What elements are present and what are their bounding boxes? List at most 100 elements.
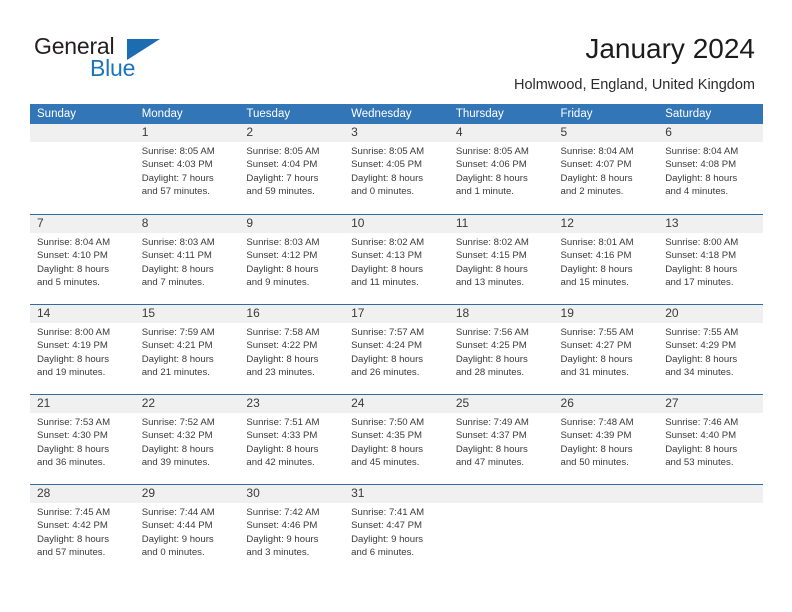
day-number: 24: [351, 396, 365, 410]
calendar-day-cell[interactable]: 3 Sunrise: 8:05 AM Sunset: 4:05 PM Daylight…: [344, 124, 449, 214]
page-header: General Blue January 2024 Holmwood, Engl…: [0, 0, 792, 100]
calendar-day-cell[interactable]: 8 Sunrise: 8:03 AM Sunset: 4:11 PM Daylight…: [135, 215, 240, 305]
sunset-text: Sunset: 4:10 PM: [37, 250, 108, 262]
daylight-text-line1: Daylight: 8 hours: [141, 353, 214, 365]
sunrise-text: Sunrise: 7:51 AM: [246, 417, 320, 428]
daylight-text-line1: Daylight: 8 hours: [665, 353, 738, 365]
general-blue-logo[interactable]: General Blue: [34, 33, 254, 89]
calendar-day-cell[interactable]: 6 Sunrise: 8:04 AM Sunset: 4:08 PM Daylight…: [658, 124, 763, 214]
calendar-day-cell[interactable]: 30 Sunrise: 7:42 AM Sunset: 4:46 PM Dayligh…: [239, 485, 344, 575]
calendar-day-cell[interactable]: 10 Sunrise: 8:02 AM Sunset: 4:13 PM Dayligh…: [344, 215, 449, 305]
calendar-day-cell[interactable]: 25 Sunrise: 7:49 AM Sunset: 4:37 PM Dayligh…: [449, 395, 554, 485]
day-number: 16: [246, 306, 260, 320]
calendar-day-cell[interactable]: 17 Sunrise: 7:57 AM Sunset: 4:24 PM Dayligh…: [344, 305, 449, 395]
calendar-day-cell[interactable]: 1 Sunrise: 8:05 AM Sunset: 4:03 PM Daylight…: [135, 124, 240, 214]
sunset-text: Sunset: 4:44 PM: [141, 520, 213, 532]
day-details: Sunrise: 8:03 AM Sunset: 4:12 PM Daylight:…: [246, 236, 344, 290]
calendar-day-cell[interactable]: 9 Sunrise: 8:03 AM Sunset: 4:12 PM Daylight…: [239, 215, 344, 305]
calendar-day-cell[interactable]: 5 Sunrise: 8:04 AM Sunset: 4:07 PM Daylight…: [554, 124, 659, 214]
day-number: 29: [141, 486, 156, 500]
day-number: [37, 124, 135, 142]
calendar-day-cell[interactable]: 24 Sunrise: 7:50 AM Sunset: 4:35 PM Dayligh…: [344, 395, 449, 485]
weekday-header-row: Sunday Monday Tuesday Wednesday Thursday…: [30, 104, 763, 124]
day-details: Sunrise: 7:49 AM Sunset: 4:37 PM Daylight:…: [456, 416, 554, 470]
day-details: Sunrise: 8:05 AM Sunset: 4:04 PM Daylight:…: [246, 145, 344, 199]
daylight-text-line1: Daylight: 8 hours: [560, 353, 633, 365]
calendar-day-cell[interactable]: 22 Sunrise: 7:52 AM Sunset: 4:32 PM Dayligh…: [135, 395, 240, 485]
day-number: 9: [246, 216, 254, 230]
day-details: Sunrise: 8:05 AM Sunset: 4:06 PM Daylight:…: [456, 145, 554, 199]
calendar-day-cell[interactable]: 16 Sunrise: 7:58 AM Sunset: 4:22 PM Dayligh…: [239, 305, 344, 395]
calendar-day-cell[interactable]: 4 Sunrise: 8:05 AM Sunset: 4:06 PM Daylight…: [449, 124, 554, 214]
calendar-day-cell-empty: [658, 485, 763, 575]
calendar-day-cell[interactable]: 7 Sunrise: 8:04 AM Sunset: 4:10 PM Daylight…: [30, 215, 135, 305]
calendar-day-cell[interactable]: 21 Sunrise: 7:53 AM Sunset: 4:30 PM Dayligh…: [30, 395, 135, 485]
day-details: Sunrise: 7:50 AM Sunset: 4:35 PM Daylight:…: [351, 416, 449, 470]
daylight-text-line1: Daylight: 8 hours: [37, 353, 109, 365]
calendar-day-cell[interactable]: 15 Sunrise: 7:59 AM Sunset: 4:21 PM Dayligh…: [135, 305, 240, 395]
day-number: 19: [560, 306, 574, 320]
sunset-text: Sunset: 4:08 PM: [665, 159, 737, 171]
week-cells: 28 Sunrise: 7:45 AM Sunset: 4:42 PM Dayligh…: [30, 485, 763, 575]
sunset-text: Sunset: 4:24 PM: [351, 340, 423, 352]
day-number: 31: [351, 486, 365, 500]
calendar-day-cell[interactable]: 2 Sunrise: 8:05 AM Sunset: 4:04 PM Daylight…: [239, 124, 344, 214]
day-number: [665, 485, 763, 503]
calendar-day-cell[interactable]: 26 Sunrise: 7:48 AM Sunset: 4:39 PM Dayligh…: [554, 395, 659, 485]
calendar-day-cell[interactable]: 29 Sunrise: 7:44 AM Sunset: 4:44 PM Dayligh…: [135, 485, 240, 575]
daylight-text-line1: Daylight: 8 hours: [560, 172, 633, 184]
calendar-day-cell[interactable]: 11 Sunrise: 8:02 AM Sunset: 4:15 PM Dayligh…: [449, 215, 554, 305]
day-number: 30: [246, 486, 260, 500]
sunrise-text: Sunrise: 8:02 AM: [455, 237, 529, 248]
sunrise-text: Sunrise: 7:41 AM: [351, 507, 425, 518]
daylight-text-line2: and 0 minutes.: [351, 186, 415, 198]
sunset-text: Sunset: 4:47 PM: [351, 520, 423, 532]
calendar-day-cell[interactable]: 13 Sunrise: 8:00 AM Sunset: 4:18 PM Dayligh…: [658, 215, 763, 305]
day-details: Sunrise: 7:51 AM Sunset: 4:33 PM Daylight:…: [246, 416, 344, 470]
daylight-text-line2: and 31 minutes.: [560, 367, 629, 379]
calendar-day-cell[interactable]: 18 Sunrise: 7:56 AM Sunset: 4:25 PM Dayligh…: [449, 305, 554, 395]
sunset-text: Sunset: 4:46 PM: [246, 520, 318, 532]
daylight-text-line2: and 34 minutes.: [665, 367, 734, 379]
day-details: Sunrise: 8:00 AM Sunset: 4:18 PM Daylight:…: [665, 236, 763, 290]
day-details: Sunrise: 7:59 AM Sunset: 4:21 PM Daylight:…: [142, 326, 240, 380]
day-details: Sunrise: 7:53 AM Sunset: 4:30 PM Daylight:…: [37, 416, 135, 470]
daylight-text-line1: Daylight: 8 hours: [351, 263, 424, 275]
calendar-day-cell[interactable]: 14 Sunrise: 8:00 AM Sunset: 4:19 PM Dayligh…: [30, 305, 135, 395]
calendar-day-cell[interactable]: 12 Sunrise: 8:01 AM Sunset: 4:16 PM Dayligh…: [554, 215, 659, 305]
daylight-text-line2: and 17 minutes.: [665, 277, 734, 289]
daylight-text-line1: Daylight: 7 hours: [141, 172, 214, 184]
daylight-text-line2: and 3 minutes.: [246, 547, 310, 559]
day-details: Sunrise: 7:52 AM Sunset: 4:32 PM Daylight:…: [142, 416, 240, 470]
sunrise-text: Sunrise: 7:50 AM: [351, 417, 425, 428]
calendar-day-cell[interactable]: 23 Sunrise: 7:51 AM Sunset: 4:33 PM Dayligh…: [239, 395, 344, 485]
calendar-day-cell-empty: [30, 124, 135, 214]
calendar-day-cell[interactable]: 27 Sunrise: 7:46 AM Sunset: 4:40 PM Dayligh…: [658, 395, 763, 485]
calendar-week-row: 14 Sunrise: 8:00 AM Sunset: 4:19 PM Dayligh…: [30, 304, 763, 394]
daylight-text-line1: Daylight: 8 hours: [455, 443, 528, 455]
day-details: Sunrise: 7:57 AM Sunset: 4:24 PM Daylight:…: [351, 326, 449, 380]
weekday-header-saturday: Saturday: [665, 108, 712, 120]
sunset-text: Sunset: 4:18 PM: [665, 250, 737, 262]
calendar-day-cell[interactable]: 31 Sunrise: 7:41 AM Sunset: 4:47 PM Dayligh…: [344, 485, 449, 575]
calendar-week-row: 7 Sunrise: 8:04 AM Sunset: 4:10 PM Daylight…: [30, 214, 763, 304]
daylight-text-line2: and 42 minutes.: [246, 457, 315, 469]
day-details: Sunrise: 8:01 AM Sunset: 4:16 PM Daylight:…: [561, 236, 659, 290]
daylight-text-line1: Daylight: 8 hours: [455, 172, 528, 184]
calendar-day-cell[interactable]: 19 Sunrise: 7:55 AM Sunset: 4:27 PM Dayligh…: [554, 305, 659, 395]
calendar-day-cell[interactable]: 20 Sunrise: 7:55 AM Sunset: 4:29 PM Dayligh…: [658, 305, 763, 395]
day-number: 28: [37, 486, 51, 500]
daylight-text-line2: and 53 minutes.: [665, 457, 734, 469]
daylight-text-line1: Daylight: 8 hours: [246, 443, 319, 455]
daylight-text-line2: and 2 minutes.: [560, 186, 624, 198]
sunset-text: Sunset: 4:35 PM: [351, 430, 423, 442]
sunset-text: Sunset: 4:05 PM: [351, 159, 423, 171]
daylight-text-line2: and 57 minutes.: [141, 186, 210, 198]
day-number: 20: [665, 306, 679, 320]
calendar-day-cell[interactable]: 28 Sunrise: 7:45 AM Sunset: 4:42 PM Dayligh…: [30, 485, 135, 575]
day-number: 8: [141, 216, 149, 230]
calendar-week-row: 28 Sunrise: 7:45 AM Sunset: 4:42 PM Dayligh…: [30, 484, 763, 574]
sunset-text: Sunset: 4:25 PM: [455, 340, 527, 352]
sunrise-text: Sunrise: 7:56 AM: [455, 327, 529, 338]
daylight-text-line1: Daylight: 9 hours: [141, 533, 214, 545]
